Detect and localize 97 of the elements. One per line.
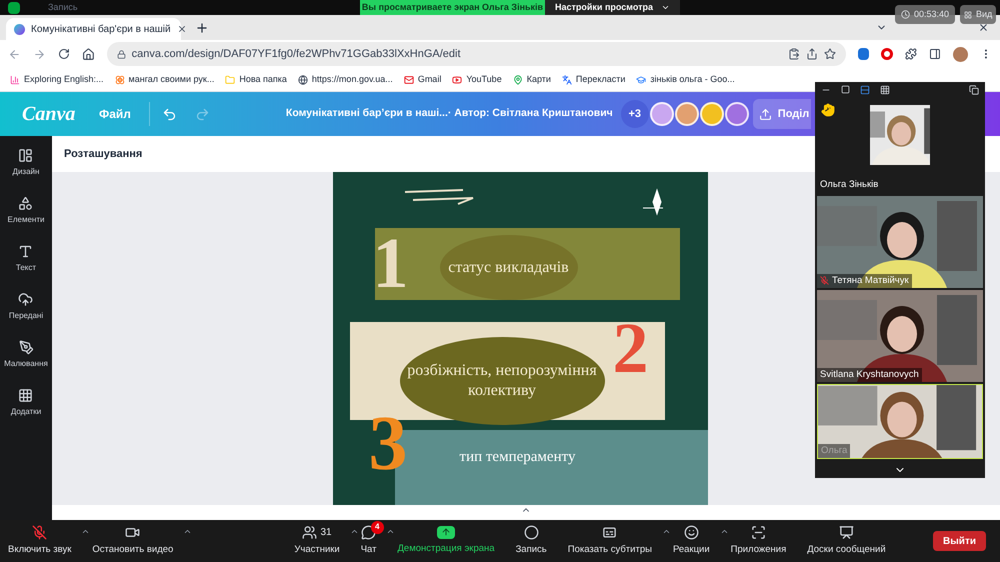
- whiteboard-icon: [838, 524, 854, 540]
- caret-icon: [661, 3, 670, 12]
- toolbar-button[interactable]: Доски сообщений: [805, 524, 888, 558]
- draw-icon: [18, 340, 34, 355]
- meeting-timer: 00:53:40: [895, 5, 956, 24]
- sidebar-item[interactable]: Текст: [16, 244, 36, 274]
- participant-name: Ольга Зіньків: [820, 178, 878, 192]
- raised-hand-icon: [821, 103, 835, 117]
- forward-icon[interactable]: [32, 48, 46, 60]
- clipboard-icon[interactable]: [788, 48, 800, 60]
- toolbar-button[interactable]: Показать субтитры: [566, 524, 654, 558]
- share-icon[interactable]: [806, 48, 818, 60]
- bookmark[interactable]: Gmail: [404, 72, 442, 86]
- recording-label: Запись: [48, 0, 78, 14]
- bookmark[interactable]: зіньків ольга - Goo...: [636, 72, 735, 86]
- bookmark[interactable]: Нова папка: [225, 72, 287, 86]
- lock-icon: [116, 50, 126, 58]
- collaborator-avatar: [650, 102, 674, 126]
- side-panel-icon[interactable]: [929, 48, 942, 60]
- notification-badge: 4: [370, 520, 384, 534]
- close-icon[interactable]: [176, 24, 187, 34]
- globe-icon: [298, 74, 308, 84]
- text-icon: [18, 244, 34, 259]
- sidebar-item[interactable]: Додатки: [10, 388, 42, 418]
- design-number: 2: [612, 312, 648, 384]
- back-icon[interactable]: [8, 48, 21, 60]
- profile-avatar[interactable]: [953, 46, 968, 62]
- reactions-icon: [684, 524, 699, 540]
- sidebar-item[interactable]: Елементи: [8, 196, 44, 226]
- toolbar-button[interactable]: Остановить видео: [90, 524, 176, 558]
- bookmark[interactable]: https://mon.gov.ua...: [298, 72, 393, 86]
- strip-view-icon[interactable]: [860, 84, 870, 94]
- view-button[interactable]: Вид: [960, 5, 996, 24]
- toolbar-button[interactable]: Приложения: [728, 524, 788, 558]
- bookmark[interactable]: мангал своими рук...: [114, 72, 214, 86]
- participants-icon: [302, 524, 318, 540]
- reload-icon[interactable]: [58, 48, 70, 60]
- layout-icon: [18, 148, 34, 163]
- sidebar-item[interactable]: Дизайн: [12, 148, 40, 178]
- new-tab-icon[interactable]: [195, 21, 209, 35]
- pin-icon: [512, 74, 523, 84]
- view-settings-button[interactable]: Настройки просмотра: [545, 0, 680, 15]
- extension-icon[interactable]: [881, 48, 894, 60]
- mail-icon: [404, 74, 414, 84]
- document-title[interactable]: Комунікативні бар’єри в наші...· Автор: Світлана Криштанович: [286, 106, 613, 122]
- leave-button[interactable]: Выйти: [933, 531, 986, 551]
- address-bar[interactable]: canva.com/design/DAF07YF1fg0/fe2WPhv71GGab33lXxHnGA/edit: [106, 42, 846, 66]
- star-icon[interactable]: [824, 48, 836, 60]
- bookmark[interactable]: Карти: [512, 72, 551, 86]
- canva-icon: [14, 24, 25, 34]
- speaker-view-icon[interactable]: [841, 85, 850, 94]
- apps-icon: [18, 388, 34, 403]
- upload-icon: [758, 108, 772, 120]
- participant-name: Тетяна Матвійчук: [832, 274, 909, 288]
- captions-icon: [602, 524, 618, 540]
- participant-name: Svitlana Kryshtanovych: [820, 368, 919, 382]
- toolbar-button[interactable]: Реакции: [670, 524, 712, 558]
- sidebar-item[interactable]: Малювання: [4, 340, 48, 370]
- record-icon: [524, 524, 539, 540]
- toolbar-button[interactable]: Включить звук: [6, 524, 74, 558]
- collaborator-avatar: [724, 102, 749, 126]
- translate-icon: [562, 74, 572, 84]
- toolbar-button[interactable]: 31 Участники: [292, 524, 342, 558]
- flower-icon: [114, 74, 125, 84]
- chat-icon: [361, 524, 376, 540]
- bookmark[interactable]: YouTube: [452, 72, 502, 86]
- collaborator-avatar: [700, 102, 724, 126]
- collaborators-count[interactable]: +3: [620, 100, 649, 128]
- close-icon[interactable]: [978, 22, 989, 33]
- video-icon: [452, 74, 462, 84]
- design-number: 1: [372, 227, 408, 299]
- undo-icon[interactable]: [162, 106, 177, 122]
- clock-icon: [901, 10, 910, 19]
- panel-title: Розташування: [64, 146, 142, 162]
- design-label: тип темпераменту: [458, 448, 576, 467]
- arrow-up-icon: [441, 527, 452, 538]
- sidebar-item[interactable]: Передані: [8, 292, 44, 322]
- grid-icon: [964, 10, 972, 18]
- bookmark[interactable]: Exploring English:...: [10, 72, 104, 86]
- participant-name: Ольга: [821, 444, 848, 458]
- cap-icon: [636, 74, 646, 84]
- apps-icon: [750, 524, 766, 540]
- bookmark[interactable]: Перекласти: [562, 72, 626, 86]
- toolbar-button[interactable]: Запись: [514, 524, 549, 558]
- grid-view-icon[interactable]: [880, 84, 890, 94]
- mic-off-icon: [32, 524, 48, 540]
- screen-share-banner: Вы просматриваете экран Ольга Зіньків: [360, 0, 545, 15]
- upload-icon: [18, 292, 34, 307]
- extensions-icon[interactable]: [905, 48, 918, 60]
- chart-icon: [10, 74, 20, 84]
- home-icon[interactable]: [82, 48, 95, 60]
- shapes-icon: [18, 196, 34, 211]
- restore-icon[interactable]: [969, 84, 979, 94]
- toolbar-button[interactable]: Демонстрация экрана: [395, 526, 497, 556]
- folder-icon: [225, 74, 236, 84]
- extension-icon[interactable]: [858, 48, 870, 60]
- collaborator-avatar: [674, 102, 699, 126]
